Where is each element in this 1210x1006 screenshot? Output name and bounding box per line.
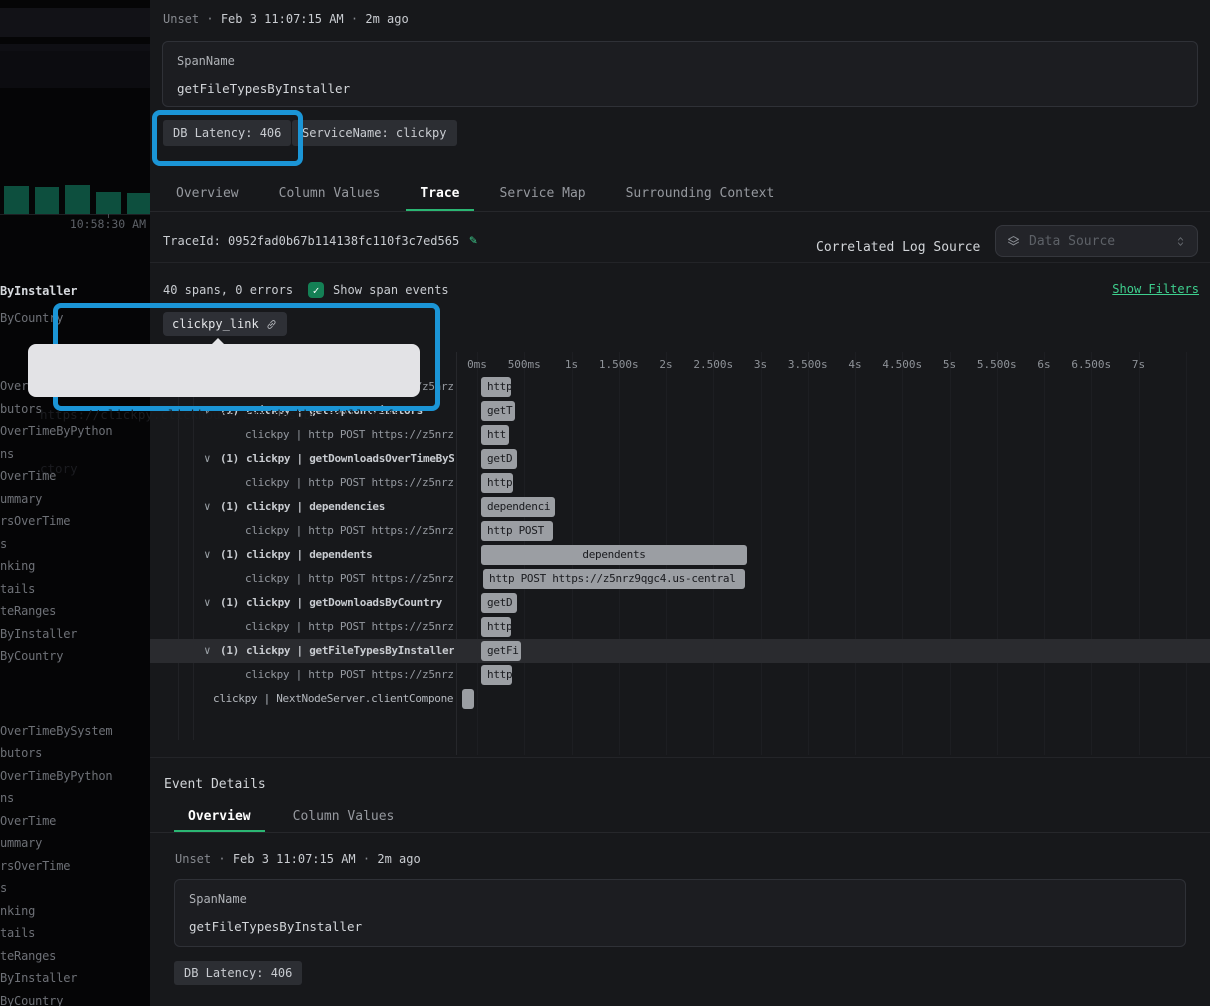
- sidebar-item[interactable]: OverTime: [0, 814, 150, 830]
- sidebar-item[interactable]: ByCountry: [0, 311, 150, 327]
- span-duration-bar[interactable]: [462, 689, 474, 709]
- event-side-panel: Unset · Feb 3 11:07:15 AM · 2m ago SpanN…: [150, 0, 1210, 1006]
- sidebar-item[interactable]: s: [0, 881, 150, 897]
- span-duration-bar[interactable]: getT: [481, 401, 515, 421]
- sidebar-item[interactable]: ByInstaller: [0, 971, 150, 987]
- span-row-name: clickpy | NextNodeServer.clientCompone: [150, 687, 454, 711]
- event-details-tabbar: Overview Column Values: [150, 801, 1210, 833]
- collapse-chevron-icon[interactable]: ∨: [204, 543, 210, 567]
- span-row-name: ∨ (1) clickpy | dependents: [150, 543, 454, 567]
- span-row[interactable]: clickpy | NextNodeServer.clientCompone: [150, 687, 1210, 711]
- span-row[interactable]: ∨ (1) clickpy | getDownloadsByCountry getD: [150, 591, 1210, 615]
- span-name-value: getFileTypesByInstaller: [189, 919, 362, 934]
- span-row[interactable]: clickpy | http POST https://z5nrz9qgc4.u…: [150, 567, 1210, 591]
- span-duration-bar[interactable]: htt: [481, 425, 509, 445]
- span-duration-bar[interactable]: dependents: [481, 545, 747, 565]
- span-row[interactable]: clickpy | http POST https://z5nrz9qgc4.u…: [150, 519, 1210, 543]
- event-details-title: Event Details: [164, 777, 266, 792]
- span-row[interactable]: ∨ (1) clickpy | dependents dependents: [150, 543, 1210, 567]
- sidebar-item[interactable]: teRanges: [0, 604, 150, 620]
- span-duration-bar[interactable]: http: [481, 617, 511, 637]
- sidebar-item[interactable]: nking: [0, 904, 150, 920]
- span-name-text: clickpy | getFileTypesByInstaller: [246, 644, 454, 657]
- sidebar-item[interactable]: rsOverTime: [0, 514, 150, 530]
- span-row-name: ∨ (1) clickpy | dependencies: [150, 495, 454, 519]
- span-name-card: SpanName getFileTypesByInstaller: [174, 879, 1186, 947]
- span-row-name: clickpy | http POST https://z5nrz9qgc4.u…: [150, 567, 454, 591]
- event-details-meta: Unset · Feb 3 11:07:15 AM · 2m ago: [175, 852, 421, 866]
- sidebar-item[interactable]: ByInstaller: [0, 284, 150, 300]
- sidebar-item[interactable]: teRanges: [0, 949, 150, 965]
- span-duration-bar[interactable]: http: [481, 377, 511, 397]
- sidebar-item[interactable]: ummary: [0, 836, 150, 852]
- db-latency-badge[interactable]: DB Latency: 406: [174, 961, 302, 985]
- span-name-text: clickpy | http POST https://z5nrz9qgc4.u…: [245, 524, 454, 537]
- sidebar-item[interactable]: OverTimeBySystem: [0, 724, 150, 740]
- collapse-chevron-icon[interactable]: ∨: [204, 639, 210, 663]
- span-row[interactable]: ∨ (1) clickpy | getFileTypesByInstaller get…: [150, 639, 1210, 663]
- child-count: (1): [220, 596, 239, 609]
- span-duration-bar[interactable]: getD: [481, 593, 517, 613]
- span-name-text: clickpy | dependents: [246, 548, 372, 561]
- sidebar-item[interactable]: butors: [0, 746, 150, 762]
- span-name-key: SpanName: [189, 892, 247, 906]
- tooltip-url-line2: ctory: [40, 460, 408, 478]
- sidebar-item[interactable]: rsOverTime: [0, 859, 150, 875]
- sidebar-item[interactable]: ByInstaller: [0, 627, 150, 643]
- span-duration-bar[interactable]: getFi: [481, 641, 521, 661]
- span-row-name: clickpy | http POST https://z5nrz9qgc4.u…: [150, 615, 454, 639]
- span-row-name: clickpy | http POST https://z5nrz9qgc4.u…: [150, 663, 454, 687]
- span-duration-bar[interactable]: http: [481, 665, 512, 685]
- span-duration-bar[interactable]: http POST https://z5nrz9qgc4.us-central: [483, 569, 745, 589]
- child-count: (1): [220, 500, 239, 513]
- background-sidebar: 10:58:30 AM ByInstallerByCountryOverTime…: [0, 0, 150, 1006]
- sidebar-item[interactable]: OverTimeByPython: [0, 769, 150, 785]
- sidebar-item[interactable]: nking: [0, 559, 150, 575]
- link-url-tooltip: https://clickpy.clickhouse.com/dashboard…: [28, 344, 420, 397]
- span-duration-bar[interactable]: getD: [481, 449, 517, 469]
- sidebar-item-list: ByInstaller ByCountry OverTimeBySystem buto…: [0, 0, 150, 1006]
- span-name-text: clickpy | http POST https://z5nrz9qgc4.u…: [245, 668, 454, 681]
- section-divider: [150, 757, 1210, 758]
- event-datetime: Feb 3 11:07:15 AM: [233, 852, 356, 866]
- span-duration-bar[interactable]: dependenci: [481, 497, 555, 517]
- span-duration-bar[interactable]: http POST: [481, 521, 553, 541]
- event-age: 2m ago: [377, 852, 420, 866]
- collapse-chevron-icon[interactable]: ∨: [204, 495, 210, 519]
- severity-label: Unset: [175, 852, 211, 866]
- collapse-chevron-icon[interactable]: ∨: [204, 591, 210, 615]
- span-row[interactable]: ∨ (1) clickpy | dependencies dependenci: [150, 495, 1210, 519]
- sidebar-item[interactable]: ByCountry: [0, 994, 150, 1006]
- trace-viewer-screen: { "meta": {"status": "Unset", "dot": "\u…: [0, 0, 1210, 1006]
- sidebar-item[interactable]: tails: [0, 926, 150, 942]
- tooltip-arrow: [211, 338, 225, 345]
- tooltip-url-line1: https://clickpy.clickhouse.com/dashboard…: [40, 406, 408, 424]
- span-row-name: clickpy | http POST https://z5nrz9qgc4.u…: [150, 519, 454, 543]
- span-row[interactable]: clickpy | http POST https://z5nrz9qgc4.u…: [150, 615, 1210, 639]
- span-name-text: clickpy | getDownloadsByCountry: [246, 596, 442, 609]
- span-name-text: clickpy | http POST https://z5nrz9qgc4.u…: [245, 572, 454, 585]
- tab-overview[interactable]: Overview: [174, 801, 265, 832]
- span-row[interactable]: clickpy | http POST https://z5nrz9qgc4.u…: [150, 663, 1210, 687]
- span-name-text: clickpy | http POST https://z5nrz9qgc4.u…: [245, 620, 454, 633]
- sidebar-item[interactable]: ByCountry: [0, 649, 150, 665]
- span-name-text: clickpy | NextNodeServer.clientCompone: [213, 692, 453, 705]
- span-row-name: ∨ (1) clickpy | getDownloadsByCountry: [150, 591, 454, 615]
- sidebar-item[interactable]: ns: [0, 791, 150, 807]
- sidebar-item[interactable]: s: [0, 537, 150, 553]
- span-name-text: clickpy | dependencies: [246, 500, 385, 513]
- sidebar-item[interactable]: tails: [0, 582, 150, 598]
- child-count: (1): [220, 644, 239, 657]
- span-duration-bar[interactable]: http: [481, 473, 513, 493]
- span-row-name: ∨ (1) clickpy | getFileTypesByInstaller: [150, 639, 454, 663]
- child-count: (1): [220, 548, 239, 561]
- tab-column-values[interactable]: Column Values: [279, 801, 409, 832]
